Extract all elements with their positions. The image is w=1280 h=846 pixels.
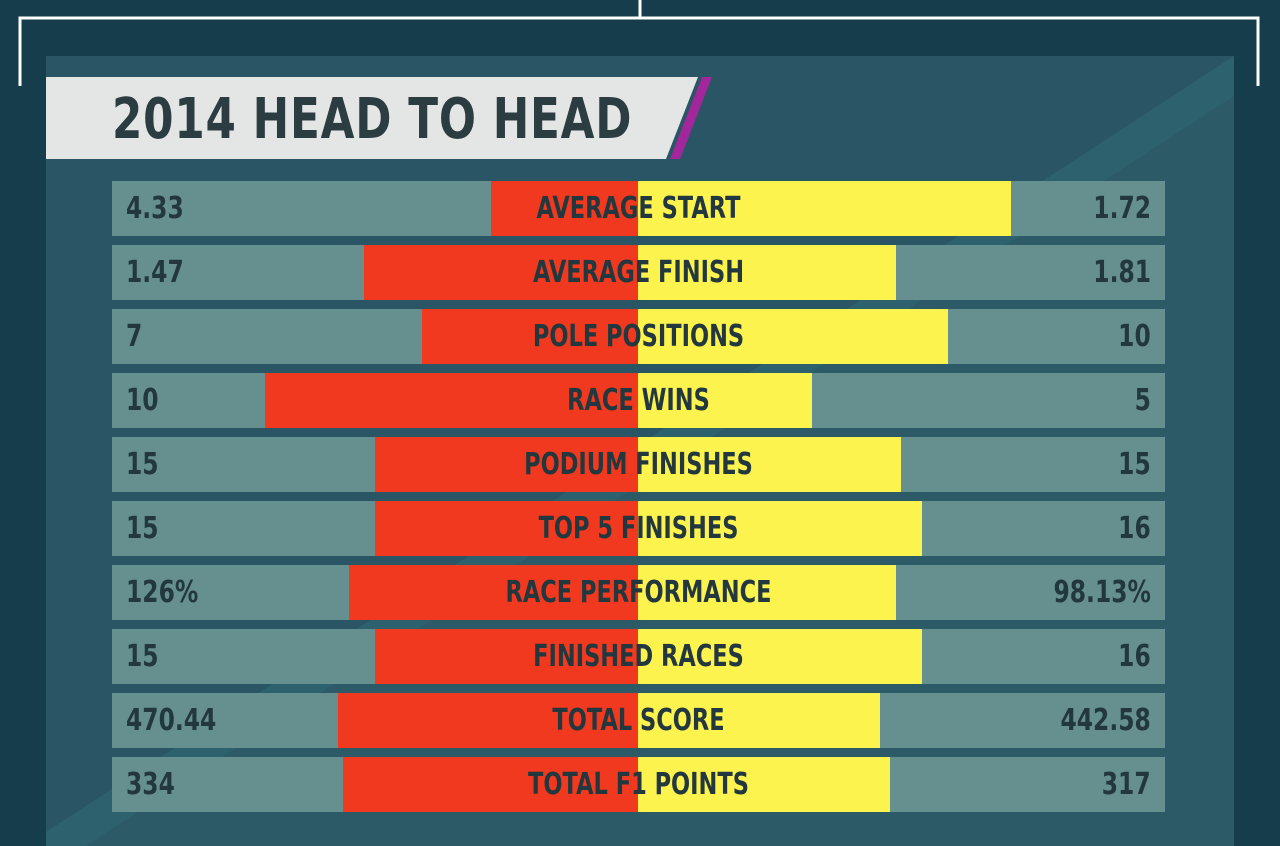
right-driver-value: 317 (1102, 767, 1151, 802)
right-driver-value: 16 (1118, 511, 1151, 546)
metric-label: TOTAL SCORE (552, 703, 725, 738)
right-driver-value: 98.13% (1053, 575, 1151, 610)
right-driver-value: 10 (1118, 319, 1151, 354)
left-driver-value: 126% (126, 575, 199, 610)
metric-label: FINISHED RACES (533, 639, 744, 674)
right-driver-value: 1.72 (1093, 191, 1151, 226)
left-driver-value: 15 (126, 447, 159, 482)
metric-label: TOP 5 FINISHES (538, 511, 739, 546)
metric-label: POLE POSITIONS (532, 319, 745, 354)
table-row: 15 15 PODIUM FINISHES (112, 437, 1165, 492)
infographic: 2014 HEAD TO HEAD 4.33 1.72 AVERAGE START 1… (0, 0, 1280, 846)
table-row: 7 10 POLE POSITIONS (112, 309, 1165, 364)
right-driver-value: 16 (1118, 639, 1151, 674)
table-row: 15 16 FINISHED RACES (112, 629, 1165, 684)
comparison-rows: 4.33 1.72 AVERAGE START 1.47 1.81 AVERAGE FIN… (112, 181, 1165, 821)
metric-label: RACE PERFORMANCE (505, 575, 772, 610)
table-row: 10 5 RACE WINS (112, 373, 1165, 428)
left-driver-value: 15 (126, 511, 159, 546)
left-driver-value: 4.33 (126, 191, 184, 226)
left-driver-value: 470.44 (126, 703, 217, 738)
table-row: 15 16 TOP 5 FINISHES (112, 501, 1165, 556)
right-driver-value: 442.58 (1060, 703, 1151, 738)
table-row: 126% 98.13% RACE PERFORMANCE (112, 565, 1165, 620)
table-row: 470.44 442.58 TOTAL SCORE (112, 693, 1165, 748)
left-driver-value: 7 (126, 319, 143, 354)
right-driver-value: 15 (1118, 447, 1151, 482)
left-driver-value: 334 (126, 767, 175, 802)
left-driver-value: 1.47 (126, 255, 184, 290)
metric-label: AVERAGE FINISH (532, 255, 745, 290)
right-driver-value: 5 (1134, 383, 1151, 418)
table-row: 334 317 TOTAL F1 POINTS (112, 757, 1165, 812)
metric-label: PODIUM FINISHES (524, 447, 753, 482)
table-row: 1.47 1.81 AVERAGE FINISH (112, 245, 1165, 300)
left-driver-value: 15 (126, 639, 159, 674)
table-row: 4.33 1.72 AVERAGE START (112, 181, 1165, 236)
metric-label: RACE WINS (567, 383, 710, 418)
right-driver-value: 1.81 (1093, 255, 1151, 290)
metric-label: AVERAGE START (536, 191, 741, 226)
metric-label: TOTAL F1 POINTS (528, 767, 749, 802)
page-title: 2014 HEAD TO HEAD (112, 87, 633, 152)
left-driver-value: 10 (126, 383, 159, 418)
